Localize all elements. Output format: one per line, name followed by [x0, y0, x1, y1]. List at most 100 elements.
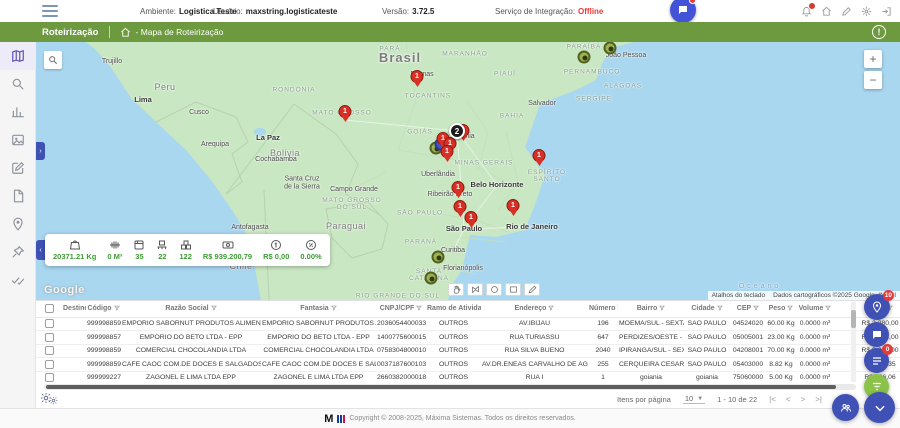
column-header[interactable]: Código — [86, 301, 121, 317]
customers-table[interactable]: DestinoCódigoRazão SocialFantasiaCNPJ/CP… — [36, 300, 900, 384]
drivers-fab[interactable] — [832, 394, 859, 421]
table-cell: EMPORIO SABORNUT PRODUTOS ALIMENTICIOS L… — [261, 317, 376, 331]
column-header[interactable]: Ramo de Atividade — [426, 301, 481, 317]
boxes-icon — [180, 239, 192, 251]
map-marker-red-pin[interactable]: 1 — [533, 149, 546, 162]
panel-expand-toggle[interactable]: › — [36, 142, 45, 160]
column-header[interactable]: Volume — [796, 301, 834, 317]
zoom-in-button[interactable]: + — [864, 50, 882, 68]
table-row[interactable]: 9999988599CAFE CAOC COM.DE DOCES E SALGA… — [36, 358, 900, 372]
info-button[interactable]: ! — [872, 25, 886, 39]
sidebar-item-ranking-icon[interactable] — [0, 98, 36, 126]
hamburger-menu-icon[interactable] — [42, 5, 58, 17]
row-checkbox[interactable] — [45, 346, 54, 355]
vertical-scrollbar[interactable] — [851, 302, 856, 382]
pan-hand-tool[interactable] — [448, 283, 464, 296]
total-pallet: 22 — [156, 239, 168, 261]
settings-gear-icon[interactable] — [861, 6, 872, 17]
first-page-button[interactable]: |< — [769, 395, 776, 404]
chevron-down-icon — [873, 401, 887, 415]
top-header-bar: Ambiente:Logistica Teste Usuário:maxstri… — [0, 0, 900, 22]
table-cell: SAO PAULO — [684, 331, 730, 345]
table-cell: CAFE CAOC COM.DE DOCES E SALGADOS LTDA — [121, 358, 261, 372]
table-cell: PERDIZES/OESTE - QUI — [618, 331, 684, 345]
vscroll-thumb[interactable] — [851, 310, 856, 328]
logout-icon[interactable] — [881, 6, 892, 17]
measure-pencil-tool[interactable] — [524, 283, 540, 296]
map-marker-red-pin[interactable]: 1 — [452, 181, 465, 194]
map-marker-green-dot[interactable] — [425, 272, 438, 285]
routes-fab[interactable]: 10 — [864, 294, 890, 320]
table-cell: OUTROS — [426, 358, 481, 372]
map-marker-red-pin[interactable]: 1 — [454, 200, 467, 213]
sidebar-item-file-icon[interactable] — [0, 182, 36, 210]
map-marker-red-pin[interactable]: 1 — [411, 70, 424, 83]
hscroll-thumb[interactable] — [46, 385, 836, 389]
bell-badge — [808, 2, 816, 10]
column-header[interactable]: Bairro — [618, 301, 684, 317]
items-per-page-label: Itens por página — [617, 395, 671, 404]
table-row[interactable]: 9999992278ZAGONEL E LIMA LTDA EPPZAGONEL… — [36, 371, 900, 384]
chat-fab-top[interactable] — [670, 0, 696, 23]
row-checkbox[interactable] — [45, 319, 54, 328]
column-header[interactable]: Destino — [62, 301, 86, 317]
table-cell: RUA TURIASSU — [481, 331, 588, 345]
table-cell: 9999988597 — [86, 317, 121, 331]
map-marker-red-pin[interactable]: 1 — [441, 145, 454, 158]
keyboard-shortcuts-link[interactable]: Atalhos do teclado — [708, 291, 769, 300]
column-header[interactable]: Fantasia — [261, 301, 376, 317]
breadcrumb-home-icon[interactable] — [120, 27, 131, 38]
collapse-panel-fab[interactable] — [864, 392, 895, 423]
notifications-bell-icon[interactable] — [801, 6, 812, 17]
sidebar-item-map-icon[interactable] — [0, 42, 36, 70]
map-marker-red-pin[interactable]: 1 — [465, 211, 478, 224]
map-marker-green-dot[interactable] — [432, 251, 445, 264]
sidebar-item-pin-icon[interactable] — [0, 210, 36, 238]
column-header[interactable]: Número — [588, 301, 618, 317]
edit-pencil-icon[interactable] — [841, 6, 852, 17]
list-fab[interactable]: 0 — [864, 348, 889, 373]
zoom-out-button[interactable]: − — [864, 71, 882, 89]
map-marker-red-pin[interactable]: 1 — [507, 199, 520, 212]
select-all-checkbox[interactable] — [45, 304, 54, 313]
prev-page-button[interactable]: < — [786, 395, 791, 404]
sidebar-item-image-icon[interactable] — [0, 126, 36, 154]
total-value: 20371.21 Kg — [53, 252, 96, 261]
draw-circle-tool[interactable] — [486, 283, 502, 296]
totals-collapse-toggle[interactable]: ‹ — [36, 240, 45, 260]
sidebar-item-check-double-icon[interactable] — [0, 266, 36, 294]
sidebar-item-edit-icon[interactable] — [0, 154, 36, 182]
table-row[interactable]: 9999988595COMERCIAL CHOCOLANDIA LTDACOME… — [36, 344, 900, 358]
map-marker-green-dot[interactable] — [604, 42, 617, 55]
next-page-button[interactable]: > — [801, 395, 806, 404]
map-marker-green-dot[interactable] — [578, 51, 591, 64]
totals-card: 20371.21 Kg0 M³3522122R$ 939.200,79R$ 0,… — [45, 234, 330, 266]
page-size-select[interactable]: 10▼ — [683, 394, 705, 404]
column-header[interactable]: CEP — [730, 301, 766, 317]
column-header[interactable]: Cidade — [684, 301, 730, 317]
route-totals-bar: ‹ 20371.21 Kg0 M³3522122R$ 939.200,79R$ … — [36, 234, 330, 266]
row-checkbox[interactable] — [45, 373, 54, 382]
map-marker-red-pin[interactable]: 1 — [339, 105, 352, 118]
sidebar-item-search-icon[interactable] — [0, 70, 36, 98]
table-cell: 60.00 Kg — [766, 317, 796, 331]
column-header[interactable]: Peso — [766, 301, 796, 317]
home-icon[interactable] — [821, 6, 832, 17]
table-cell: 05005001 — [730, 331, 766, 345]
row-checkbox[interactable] — [45, 333, 54, 342]
map-marker-black-badge[interactable]: 2 — [449, 123, 465, 139]
sidebar-item-pushpin-icon[interactable] — [0, 238, 36, 266]
map-search-button[interactable] — [44, 51, 62, 69]
table-cell: OUTROS — [426, 344, 481, 358]
draw-polygon-tool[interactable] — [467, 283, 483, 296]
table-row[interactable]: 9999988597 EMPORIO SABORNUT PRODUTOS ALIM… — [36, 317, 900, 331]
column-header[interactable]: Razão Social — [121, 301, 261, 317]
table-row[interactable]: 9999988579EMPORIO DO BETO LTDA - EPPEMPO… — [36, 331, 900, 345]
row-checkbox[interactable] — [45, 360, 54, 369]
last-page-button[interactable]: >| — [815, 395, 822, 404]
draw-rectangle-tool[interactable] — [505, 283, 521, 296]
column-header[interactable]: CNPJ/CPF — [376, 301, 426, 317]
location-pin-icon — [871, 301, 883, 313]
column-header[interactable]: Endereço — [481, 301, 588, 317]
table-settings-gears[interactable] — [40, 392, 58, 405]
